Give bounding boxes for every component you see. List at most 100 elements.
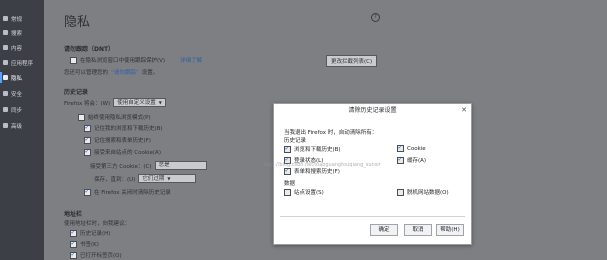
address-bar-section-title: 地址栏 bbox=[64, 211, 83, 218]
remember-browse-checkbox[interactable] bbox=[84, 124, 91, 132]
keep-until-label: 保存，直到：(U) bbox=[94, 176, 136, 183]
dialog-help-button[interactable]: 帮助(H) bbox=[436, 224, 464, 236]
history-section-title: 历史记录 bbox=[64, 89, 89, 96]
gear-icon bbox=[3, 123, 8, 128]
dialog-site-settings-label: 站点设置(S) bbox=[294, 190, 324, 196]
learn-more-link[interactable]: 详细了解 bbox=[180, 56, 202, 64]
firefox-will-label: Firefox 将会：(W) bbox=[64, 100, 111, 107]
remember-search-row[interactable]: 记住搜索和表单历史(F) bbox=[84, 136, 151, 144]
search-icon bbox=[3, 30, 8, 35]
remember-search-label: 记住搜索和表单历史(F) bbox=[94, 138, 151, 144]
history-mode-select[interactable]: 使用自定义设置 ▼ bbox=[113, 98, 166, 107]
always-private-label: 始终使用隐私浏览模式(P) bbox=[88, 115, 151, 121]
always-private-checkbox[interactable] bbox=[78, 113, 85, 121]
sidebar-item-advanced[interactable]: 高级 bbox=[3, 120, 22, 131]
tracking-protection-checkbox[interactable] bbox=[70, 56, 77, 64]
sidebar-item-general[interactable]: 常规 bbox=[3, 13, 22, 24]
address-bar-description: 使用地址栏时，向我建议： bbox=[64, 221, 131, 227]
dialog-offline-data-checkbox[interactable] bbox=[397, 188, 404, 196]
always-private-row[interactable]: 始终使用隐私浏览模式(P) bbox=[78, 113, 151, 121]
dnt-option-row[interactable]: 在隐私浏览窗口中使用跟踪保护(V) 详细了解 bbox=[70, 56, 202, 64]
sidebar-item-privacy[interactable]: 隐私 bbox=[3, 72, 22, 83]
remember-browse-label: 记住我的浏览和下载历史(B) bbox=[94, 126, 163, 132]
keep-until-select[interactable]: 它们过期 ▼ bbox=[138, 174, 197, 183]
sync-icon bbox=[3, 107, 8, 112]
dialog-form-label: 表单和搜索历史(F) bbox=[294, 169, 340, 175]
sidebar-item-label: 同步 bbox=[11, 107, 23, 114]
dialog-cookie-row[interactable]: Cookie bbox=[397, 144, 426, 152]
chevron-down-icon: ▼ bbox=[158, 100, 162, 105]
suggest-history-checkbox[interactable] bbox=[70, 229, 77, 237]
sidebar-item-label: 高级 bbox=[11, 123, 23, 130]
accept-cookies-row[interactable]: 接受来自站点的 Cookie(A) bbox=[84, 148, 161, 156]
accept-cookies-checkbox[interactable] bbox=[84, 148, 91, 156]
suggest-history-label: 历史记录(H) bbox=[80, 231, 111, 237]
ok-button[interactable]: 确定 bbox=[370, 224, 398, 236]
clear-history-settings-dialog: 清除历史记录设置 ✕ 当我退出 Firefox 时，自动清除所有： 历史记录 浏… bbox=[273, 103, 472, 245]
dnt-desc-suffix: 设置。 bbox=[141, 70, 159, 76]
sidebar-item-sync[interactable]: 同步 bbox=[3, 104, 22, 115]
sidebar-item-apps[interactable]: 应用程序 bbox=[3, 57, 33, 68]
apps-icon bbox=[3, 60, 8, 65]
accept-cookies-label: 接受来自站点的 Cookie(A) bbox=[94, 150, 161, 156]
dialog-site-settings-row[interactable]: 站点设置(S) bbox=[284, 188, 324, 196]
sidebar-item-security[interactable]: 安全 bbox=[3, 88, 22, 99]
chevron-down-icon: ▼ bbox=[167, 176, 171, 181]
close-icon[interactable]: ✕ bbox=[461, 106, 467, 114]
suggest-history-row[interactable]: 历史记录(H) bbox=[70, 229, 110, 237]
dialog-browse-label: 浏览和下载历史(B) bbox=[294, 147, 341, 153]
dialog-cookie-label: Cookie bbox=[407, 145, 426, 152]
dialog-browse-row[interactable]: 浏览和下载历史(B) bbox=[284, 145, 341, 153]
suggest-bookmarks-checkbox[interactable] bbox=[70, 240, 77, 248]
third-party-select[interactable]: 总是 bbox=[154, 161, 207, 170]
dnt-settings-link[interactable]: “请勿跟踪” bbox=[111, 68, 139, 76]
dialog-cache-checkbox[interactable] bbox=[397, 156, 404, 164]
sidebar-item-label: 内容 bbox=[11, 45, 23, 52]
page-title: 隐私 bbox=[64, 15, 91, 30]
dialog-title: 清除历史记录设置 bbox=[348, 107, 397, 114]
dialog-divider bbox=[280, 216, 465, 217]
remember-browse-row[interactable]: 记住我的浏览和下载历史(B) bbox=[84, 124, 163, 132]
clear-on-close-row[interactable]: 在 Firefox 关闭时清除历史记录 bbox=[84, 188, 171, 196]
dnt-description: 您还可以管理您的 “请勿跟踪” 设置。 bbox=[64, 68, 158, 76]
suggest-bookmarks-label: 书签(K) bbox=[80, 242, 99, 248]
third-party-label: 接受第三方 Cookie：(C) bbox=[90, 163, 152, 170]
tracking-protection-label: 在隐私浏览窗口中使用跟踪保护(V) bbox=[80, 58, 166, 64]
dialog-browse-checkbox[interactable] bbox=[284, 145, 291, 153]
clear-on-close-checkbox[interactable] bbox=[84, 188, 91, 196]
dnt-section-title: 请勿跟踪（DNT） bbox=[64, 46, 115, 53]
keep-until-value: 它们过期 bbox=[142, 176, 165, 182]
dialog-cache-label: 缓存(A) bbox=[407, 158, 427, 164]
watermark: http://blog.csdn.net/xiaoguangtouqiang_s… bbox=[264, 162, 381, 168]
suggest-open-tabs-row[interactable]: 已打开标签页(O) bbox=[70, 251, 122, 259]
sidebar-item-search[interactable]: 搜索 bbox=[3, 27, 22, 38]
privacy-mask-icon bbox=[3, 75, 8, 80]
history-mode-value: 使用自定义设置 bbox=[117, 100, 156, 106]
sidebar-item-content[interactable]: 内容 bbox=[3, 42, 22, 53]
content-icon bbox=[3, 45, 8, 50]
dialog-intro: 当我退出 Firefox 时，自动清除所有： bbox=[284, 130, 378, 136]
cancel-button[interactable]: 取消 bbox=[404, 224, 432, 236]
sidebar: 常规 搜索 内容 应用程序 隐私 安全 同步 高级 bbox=[0, 0, 44, 260]
suggest-open-tabs-checkbox[interactable] bbox=[70, 251, 77, 259]
dialog-form-row[interactable]: 表单和搜索历史(F) bbox=[284, 167, 340, 175]
suggest-bookmarks-row[interactable]: 书签(K) bbox=[70, 240, 99, 248]
lock-icon bbox=[3, 91, 8, 96]
dialog-cookie-checkbox[interactable] bbox=[397, 144, 404, 152]
dialog-site-settings-checkbox[interactable] bbox=[284, 188, 291, 196]
dnt-desc-prefix: 您还可以管理您的 bbox=[64, 70, 109, 76]
dialog-cache-row[interactable]: 缓存(A) bbox=[397, 156, 426, 164]
dialog-form-checkbox[interactable] bbox=[284, 167, 291, 175]
sidebar-item-label: 应用程序 bbox=[11, 60, 34, 67]
sidebar-active-indicator bbox=[0, 72, 2, 83]
dialog-data-label: 数据 bbox=[284, 181, 296, 187]
remember-search-checkbox[interactable] bbox=[84, 136, 91, 144]
dialog-history-label: 历史记录 bbox=[284, 138, 307, 144]
sidebar-item-label: 常规 bbox=[11, 16, 23, 23]
change-block-list-button[interactable]: 更改拦截列表(C) bbox=[326, 55, 378, 67]
dialog-offline-data-row[interactable]: 脱机网站数据(O) bbox=[397, 188, 449, 196]
sidebar-item-label: 安全 bbox=[11, 91, 23, 98]
help-icon[interactable]: ? bbox=[371, 13, 380, 22]
home-icon bbox=[3, 16, 8, 21]
third-party-row: 接受第三方 Cookie：(C) 总是 bbox=[90, 161, 207, 170]
